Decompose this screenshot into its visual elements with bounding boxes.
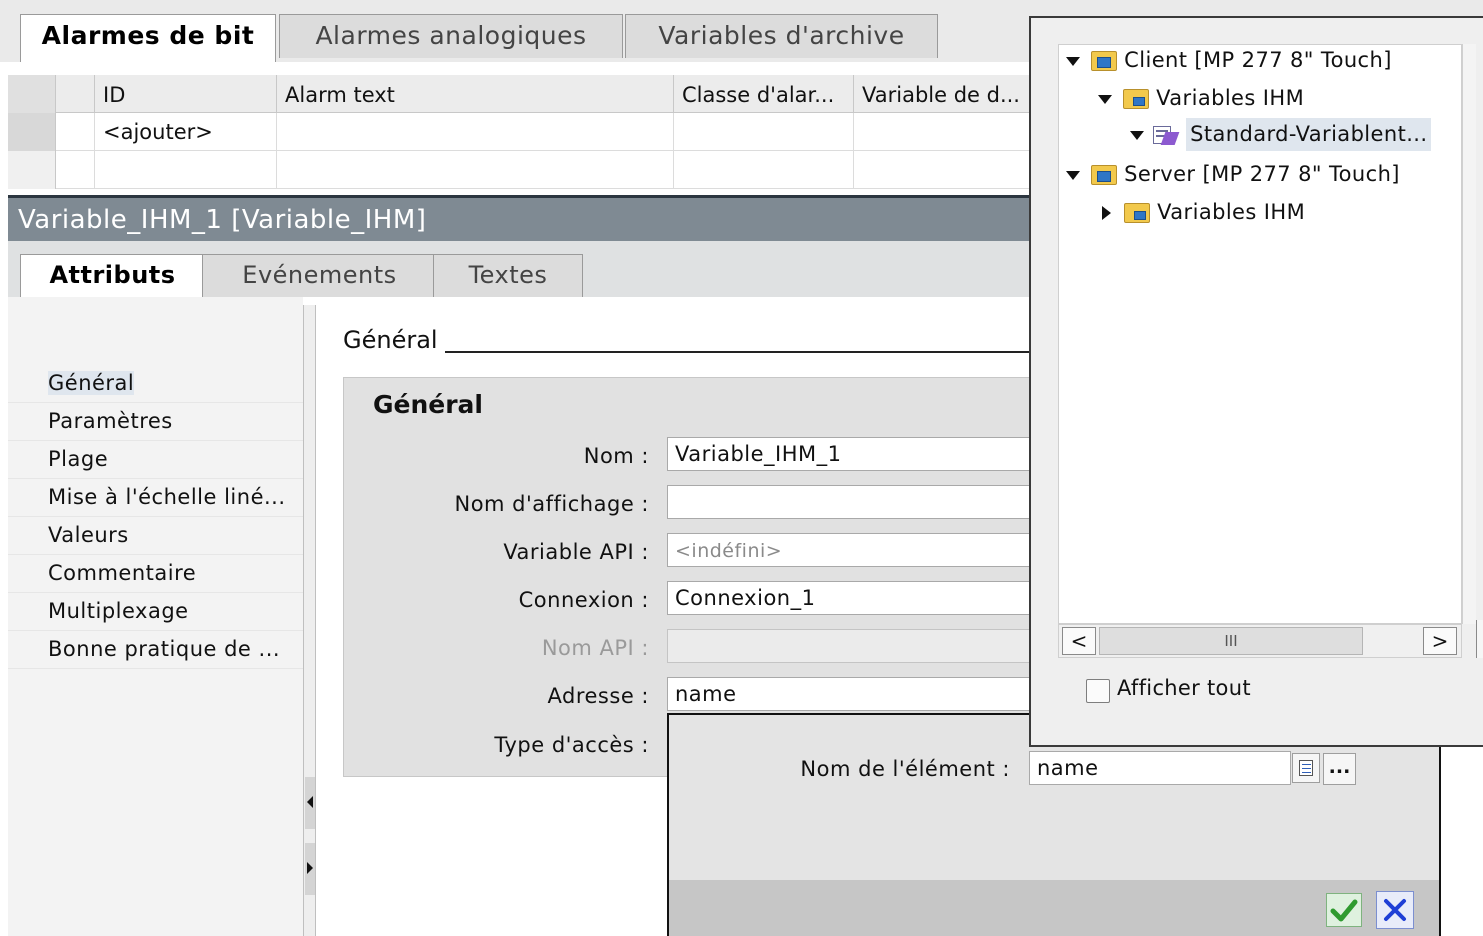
adresse-input[interactable]: name: [667, 677, 1035, 711]
tab-alarmes-de-bit[interactable]: Alarmes de bit: [20, 14, 276, 62]
nav-item-label: Général: [48, 371, 135, 395]
table-cell[interactable]: [673, 113, 853, 151]
check-icon: [1330, 899, 1358, 922]
edge-scroll-button[interactable]: [1476, 620, 1483, 658]
scroll-left-button[interactable]: <: [1062, 627, 1096, 655]
popup-footer: [669, 880, 1439, 936]
expand-arrow-icon[interactable]: [1066, 170, 1080, 180]
nav-item-general[interactable]: Général: [8, 365, 303, 403]
section-heading-rule: [445, 351, 1035, 353]
device-folder-icon: [1091, 165, 1118, 185]
expand-arrow-icon[interactable]: [1102, 206, 1111, 220]
nav-splitter[interactable]: [303, 305, 316, 936]
table-cell: [94, 151, 276, 189]
tree-node-label: Server [MP 277 8" Touch]: [1124, 162, 1400, 186]
browse-button[interactable]: ...: [1323, 753, 1356, 785]
nom-affichage-label: Nom d'affichage :: [454, 492, 649, 516]
nav-item-multiplexage[interactable]: Multiplexage: [8, 593, 303, 631]
chevron-right-icon: [307, 862, 313, 874]
table-row-add[interactable]: <ajouter>: [8, 113, 1038, 151]
tree-node-client[interactable]: Client [MP 277 8" Touch]: [1066, 48, 1392, 86]
scroll-thumb[interactable]: III: [1099, 627, 1363, 655]
row-header-corner: [8, 75, 56, 113]
adresse-label: Adresse :: [547, 684, 649, 708]
expand-arrow-icon[interactable]: [1098, 94, 1112, 104]
element-name-input[interactable]: name: [1029, 751, 1291, 785]
variable-api-input[interactable]: <indéfini>: [667, 533, 1035, 567]
nav-item-commentaire[interactable]: Commentaire: [8, 555, 303, 593]
tree-node-label: Standard-Variablent...: [1186, 118, 1432, 151]
table-cell: [276, 151, 673, 189]
nom-label: Nom :: [583, 444, 649, 468]
expand-right-handle[interactable]: [305, 843, 315, 895]
nom-affichage-input[interactable]: [667, 485, 1035, 519]
property-nav: Général Paramètres Plage Mise à l'échell…: [8, 297, 303, 936]
variable-api-label: Variable API :: [503, 540, 649, 564]
show-all-label[interactable]: Afficher tout: [1117, 676, 1251, 700]
section-heading: Général: [343, 326, 438, 354]
table-row-empty: [8, 151, 1038, 189]
row-header: [8, 151, 56, 189]
nav-item-bonne-pratique[interactable]: Bonne pratique de ...: [8, 631, 303, 669]
nav-item-valeurs[interactable]: Valeurs: [8, 517, 303, 555]
tree-horizontal-scrollbar[interactable]: < III >: [1058, 624, 1462, 658]
column-header-alarm-text[interactable]: Alarm text: [276, 75, 673, 113]
scroll-right-button[interactable]: >: [1423, 627, 1457, 655]
tab-textes[interactable]: Textes: [433, 254, 583, 297]
show-all-checkbox[interactable]: [1086, 679, 1110, 703]
tag-folder-icon: [1123, 89, 1150, 109]
tree-node-standard-variablentabelle[interactable]: Standard-Variablent...: [1130, 118, 1432, 160]
cancel-button[interactable]: [1376, 891, 1414, 929]
tab-evenements[interactable]: Evénements: [202, 254, 437, 297]
element-name-label: Nom de l'élément :: [800, 757, 1010, 781]
chevron-left-icon: [307, 796, 313, 808]
tree-node-label: Variables IHM: [1156, 86, 1305, 110]
list-icon[interactable]: [1292, 753, 1320, 783]
table-cell: [673, 151, 853, 189]
column-header-id[interactable]: ID: [94, 75, 276, 113]
table-cell[interactable]: [853, 113, 1038, 151]
connexion-label: Connexion :: [518, 588, 649, 612]
nav-item-plage[interactable]: Plage: [8, 441, 303, 479]
alarm-table-header: ID Alarm text Classe d'alar... Variable …: [8, 75, 1038, 113]
row-header: [8, 113, 56, 151]
device-folder-icon: [1091, 51, 1118, 71]
expand-arrow-icon[interactable]: [1066, 56, 1080, 66]
confirm-button[interactable]: [1326, 893, 1362, 927]
section-title: Général: [373, 390, 483, 419]
tab-alarmes-analogiques[interactable]: Alarmes analogiques: [279, 14, 623, 58]
tab-attributs[interactable]: Attributs: [20, 254, 205, 297]
x-icon: [1384, 899, 1406, 921]
tree-node-label: Variables IHM: [1157, 200, 1306, 224]
nav-item-mise-echelle[interactable]: Mise à l'échelle liné...: [8, 479, 303, 517]
nom-api-input: [667, 629, 1035, 663]
panel-title: Variable_IHM_1 [Variable_IHM]: [8, 195, 1038, 241]
column-header-variable[interactable]: Variable de d...: [853, 75, 1038, 113]
panel-tabbar: Attributs Evénements Textes: [8, 241, 1038, 297]
add-row-cell[interactable]: <ajouter>: [94, 113, 276, 151]
type-acces-label: Type d'accès :: [494, 733, 649, 757]
tab-variables-archive[interactable]: Variables d'archive: [625, 14, 938, 58]
tree-node-label: Client [MP 277 8" Touch]: [1124, 48, 1392, 72]
nom-input[interactable]: Variable_IHM_1: [667, 437, 1035, 471]
tag-table-icon: [1151, 123, 1180, 147]
connexion-input[interactable]: Connexion_1: [667, 581, 1035, 615]
table-cell: [853, 151, 1038, 189]
expand-arrow-icon[interactable]: [1130, 130, 1144, 140]
column-header-classe-alarme[interactable]: Classe d'alar...: [673, 75, 853, 113]
table-cell[interactable]: [276, 113, 673, 151]
collapse-left-handle[interactable]: [305, 777, 315, 829]
tag-folder-icon: [1124, 203, 1151, 223]
tree-node-server[interactable]: Server [MP 277 8" Touch]: [1066, 162, 1400, 200]
nav-item-parametres[interactable]: Paramètres: [8, 403, 303, 441]
nom-api-label: Nom API :: [541, 636, 649, 660]
tree-vertical-scrollbar[interactable]: [1462, 44, 1476, 624]
tree-node-variables-ihm-server[interactable]: Variables IHM: [1102, 200, 1305, 238]
